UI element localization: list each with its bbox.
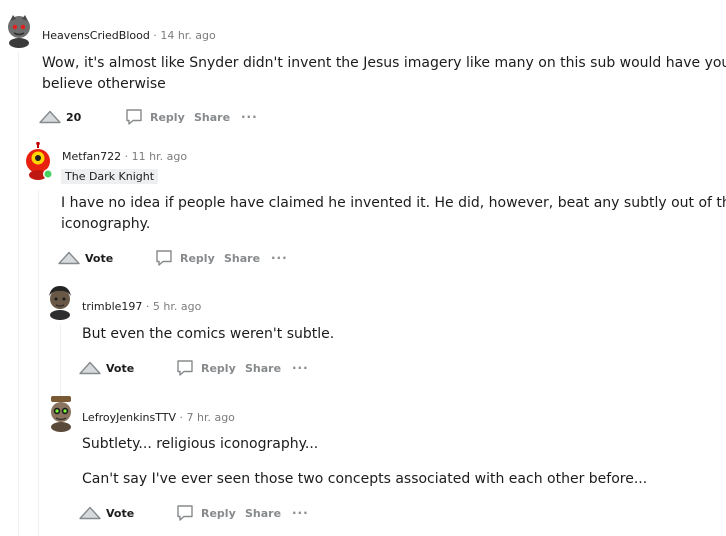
comment-body: Wow, it's almost like Snyder didn't inve… (42, 53, 726, 95)
reply-label: Reply (201, 506, 236, 520)
comment-meta: Metfan722 · 11 hr. ago (62, 150, 187, 164)
reply-bubble-icon (177, 505, 193, 521)
share-button[interactable]: Share (245, 356, 281, 380)
timestamp[interactable]: 11 hr. ago (132, 150, 187, 163)
author-link[interactable]: HeavensCriedBlood (42, 29, 150, 42)
comment-meta: LefroyJenkinsTTV · 7 hr. ago (82, 411, 235, 425)
comment-text-line: iconography. (61, 216, 151, 232)
vote-count: 20 (66, 110, 82, 124)
upvote-button[interactable] (78, 356, 104, 380)
reply-bubble-icon (156, 250, 172, 266)
reply-label: Reply (180, 251, 215, 265)
reply-label: Reply (201, 361, 236, 375)
comment-text-line: But even the comics weren't subtle. (82, 326, 335, 342)
comment-text-line: Can't say I've ever seen those two conce… (82, 471, 648, 487)
avatar[interactable] (46, 394, 76, 432)
upvote-icon (39, 110, 61, 124)
upvote-icon (79, 506, 101, 520)
comment-body: But even the comics weren't subtle. (82, 324, 334, 345)
more-options-icon[interactable]: ··· (271, 246, 288, 270)
thread-line-level-3[interactable] (60, 325, 61, 397)
vote-count: Vote (106, 361, 135, 375)
thread-line-level-1[interactable] (18, 52, 19, 536)
upvote-icon (58, 251, 80, 265)
timestamp[interactable]: 7 hr. ago (186, 411, 234, 424)
comment-actions: 20 Reply Share ··· (38, 105, 278, 129)
share-button[interactable]: Share (224, 246, 260, 270)
comment-actions: Vote Reply Share ··· (78, 501, 318, 525)
thread-line-level-2[interactable] (38, 190, 39, 536)
share-button[interactable]: Share (245, 501, 281, 525)
comment-text-line: I have no idea if people have claimed he… (61, 195, 726, 211)
upvote-button[interactable] (78, 501, 104, 525)
reply-button[interactable]: Reply (175, 356, 236, 380)
timestamp[interactable]: 14 hr. ago (160, 29, 215, 42)
more-options-icon[interactable]: ··· (292, 356, 309, 380)
vote-count: Vote (85, 251, 114, 265)
author-link[interactable]: trimble197 (82, 300, 142, 313)
vote-count: Vote (106, 506, 135, 520)
timestamp[interactable]: 5 hr. ago (153, 300, 201, 313)
avatar[interactable] (23, 141, 53, 180)
author-link[interactable]: LefroyJenkinsTTV (82, 411, 176, 424)
separator-dot: · (153, 29, 157, 42)
reply-bubble-icon (177, 360, 193, 376)
comment-meta: trimble197 · 5 hr. ago (82, 300, 201, 314)
reply-button[interactable]: Reply (124, 105, 185, 129)
comment-body: Subtlety... religious iconography... Can… (82, 434, 647, 490)
upvote-icon (79, 361, 101, 375)
comment-actions: Vote Reply Share ··· (57, 246, 297, 270)
reply-label: Reply (150, 110, 185, 124)
more-options-icon[interactable]: ··· (292, 501, 309, 525)
reply-button[interactable]: Reply (154, 246, 215, 270)
comment-text-line: Subtlety... religious iconography... (82, 436, 319, 452)
upvote-button[interactable] (38, 105, 64, 129)
author-link[interactable]: Metfan722 (62, 150, 121, 163)
comment-meta: HeavensCriedBlood · 14 hr. ago (42, 29, 216, 43)
comment-text-line: believe otherwise (42, 76, 166, 92)
share-button[interactable]: Share (194, 105, 230, 129)
avatar[interactable] (4, 12, 34, 48)
more-options-icon[interactable]: ··· (241, 105, 258, 129)
user-flair: The Dark Knight (61, 169, 159, 184)
avatar[interactable] (45, 284, 75, 320)
reply-bubble-icon (126, 109, 142, 125)
separator-dot: · (179, 411, 183, 424)
comment-text-line: Wow, it's almost like Snyder didn't inve… (42, 55, 726, 71)
comment-actions: Vote Reply Share ··· (78, 356, 318, 380)
separator-dot: · (145, 300, 150, 313)
upvote-button[interactable] (57, 246, 83, 270)
reply-button[interactable]: Reply (175, 501, 236, 525)
comment-body: I have no idea if people have claimed he… (61, 193, 726, 235)
separator-dot: · (124, 150, 129, 163)
